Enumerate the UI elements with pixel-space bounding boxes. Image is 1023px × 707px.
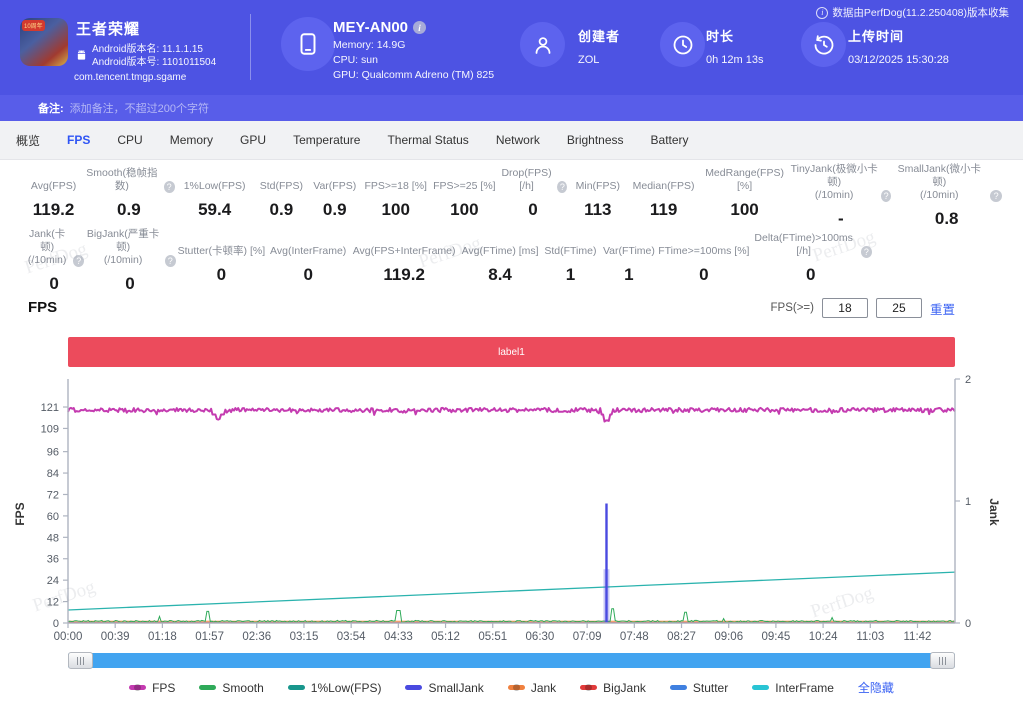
hide-all-button[interactable]: 全隐藏: [858, 679, 894, 696]
scrollbar-left-handle[interactable]: [68, 652, 93, 669]
svg-text:11:42: 11:42: [904, 631, 932, 643]
legend-dot: [585, 684, 592, 691]
svg-text:09:45: 09:45: [762, 631, 791, 643]
legend-name: SmallJank: [428, 681, 483, 695]
svg-text:FPS: FPS: [13, 502, 27, 525]
legend-marker: [405, 685, 422, 690]
svg-text:2: 2: [965, 374, 971, 386]
legend-marker: [129, 685, 146, 690]
legend-dot: [134, 684, 141, 691]
scrollbar-right-handle[interactable]: [930, 652, 955, 669]
svg-text:60: 60: [47, 511, 59, 523]
svg-text:07:48: 07:48: [620, 631, 649, 643]
svg-text:09:06: 09:06: [714, 631, 743, 643]
legend-item[interactable]: BigJank: [580, 681, 646, 695]
svg-text:12: 12: [47, 597, 59, 609]
chart-range-scrollbar[interactable]: [68, 652, 955, 669]
svg-text:0: 0: [53, 618, 59, 630]
legend-item[interactable]: 1%Low(FPS): [288, 681, 382, 695]
svg-text:06:30: 06:30: [526, 631, 555, 643]
svg-text:109: 109: [41, 423, 59, 435]
legend-item[interactable]: InterFrame: [752, 681, 834, 695]
legend-name: InterFrame: [775, 681, 834, 695]
svg-text:03:15: 03:15: [290, 631, 319, 643]
legend-marker: [752, 685, 769, 690]
scrollbar-track[interactable]: [68, 653, 955, 668]
svg-text:05:12: 05:12: [431, 631, 460, 643]
svg-text:10:24: 10:24: [809, 631, 838, 643]
svg-text:84: 84: [47, 468, 59, 480]
svg-text:24: 24: [47, 575, 59, 587]
svg-text:00:39: 00:39: [101, 631, 130, 643]
perfdog-report-page: i 数据由PerfDog(11.2.250408)版本收集 10周年 王者荣耀 …: [0, 0, 1023, 707]
svg-text:1: 1: [965, 496, 971, 508]
svg-text:0: 0: [965, 618, 971, 630]
svg-text:00:00: 00:00: [54, 631, 83, 643]
legend-name: Stutter: [693, 681, 728, 695]
legend-item[interactable]: Stutter: [670, 681, 728, 695]
legend-item[interactable]: SmallJank: [405, 681, 483, 695]
legend-name: BigJank: [603, 681, 646, 695]
svg-text:03:54: 03:54: [337, 631, 366, 643]
legend-items: FPS Smooth 1%Low(FPS) SmallJank: [129, 681, 834, 695]
legend-marker: [580, 685, 597, 690]
legend-marker: [670, 685, 687, 690]
svg-text:07:09: 07:09: [573, 631, 602, 643]
grip-icon: [77, 657, 84, 665]
legend-marker: [199, 685, 216, 690]
svg-text:121: 121: [41, 402, 59, 414]
legend-item[interactable]: FPS: [129, 681, 175, 695]
legend-marker: [288, 685, 305, 690]
legend-name: 1%Low(FPS): [311, 681, 382, 695]
svg-text:72: 72: [47, 489, 59, 501]
svg-text:36: 36: [47, 554, 59, 566]
svg-text:01:18: 01:18: [148, 631, 177, 643]
svg-text:05:51: 05:51: [478, 631, 507, 643]
fps-chart[interactable]: 0122436486072849610912101200:0000:3901:1…: [0, 0, 1023, 707]
svg-text:02:36: 02:36: [242, 631, 271, 643]
svg-text:11:03: 11:03: [856, 631, 884, 643]
svg-text:08:27: 08:27: [667, 631, 696, 643]
svg-text:48: 48: [47, 532, 59, 544]
svg-text:01:57: 01:57: [195, 631, 224, 643]
legend-dot: [513, 684, 520, 691]
svg-text:96: 96: [47, 447, 59, 459]
grip-icon: [939, 657, 946, 665]
legend-name: FPS: [152, 681, 175, 695]
legend-marker: [508, 685, 525, 690]
chart-legend: FPS Smooth 1%Low(FPS) SmallJank: [0, 679, 1023, 696]
legend-item[interactable]: Smooth: [199, 681, 263, 695]
legend-name: Smooth: [222, 681, 263, 695]
legend-name: Jank: [531, 681, 556, 695]
legend-item[interactable]: Jank: [508, 681, 556, 695]
svg-text:Jank: Jank: [987, 498, 1001, 526]
svg-text:04:33: 04:33: [384, 631, 413, 643]
